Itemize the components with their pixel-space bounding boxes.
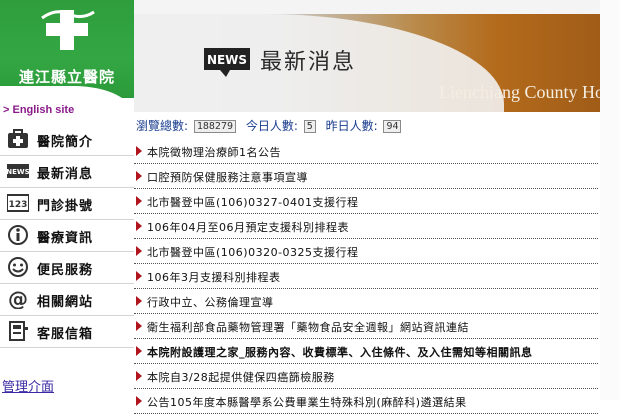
news-badge-icon: NEWS — [204, 48, 250, 77]
hospital-logo[interactable]: 連江縣立醫院 — [0, 0, 134, 98]
svg-text:NEWS: NEWS — [7, 168, 29, 176]
news-item-link[interactable]: 北市醫登中區(106)0320-0325支援行程 — [147, 244, 359, 260]
bullet-arrow-icon — [136, 196, 142, 206]
sidebar-item-registration[interactable]: 123 門診掛號 — [0, 188, 134, 220]
bullet-arrow-icon — [136, 246, 142, 256]
bullet-arrow-icon — [136, 146, 142, 156]
news-item-link[interactable]: 本院徵物理治療師1名公告 — [147, 144, 281, 160]
sidebar-item-label: 相關網站 — [37, 295, 94, 310]
bullet-arrow-icon — [136, 271, 142, 281]
visitor-counter: 瀏覽總數: 188279 今日人數: 5 昨日人數: 94 — [136, 117, 407, 134]
sidebar: 連江縣立醫院 > English site 醫院簡介 NEWS 最新消息 123… — [0, 0, 134, 400]
info-icon — [8, 225, 28, 245]
sidebar-item-news[interactable]: NEWS 最新消息 — [0, 156, 134, 188]
svg-text:@: @ — [8, 289, 28, 309]
banner-top-strip — [134, 0, 619, 14]
news-item-link[interactable]: 106年3月支援科別排程表 — [147, 269, 281, 285]
mailbox-icon — [9, 321, 28, 341]
bullet-arrow-icon — [136, 396, 142, 406]
smiley-icon — [8, 257, 28, 277]
sidebar-item-links[interactable]: @ 相關網站 — [0, 284, 134, 316]
news-item[interactable]: 公告105年度本縣醫學系公費畢業生特殊科別(麻醉科)遴選結果 — [134, 389, 598, 414]
yesterday-visits-label: 昨日人數: — [325, 119, 378, 133]
news-icon: NEWS — [7, 164, 29, 178]
news-item[interactable]: 106年04月至06月預定支援科別排程表 — [134, 214, 598, 239]
total-visits-value: 188279 — [193, 120, 236, 133]
news-item[interactable]: 北市醫登中區(106)0320-0325支援行程 — [134, 239, 598, 264]
bullet-arrow-icon — [136, 171, 142, 181]
number-123-icon: 123 — [7, 194, 29, 212]
sidebar-item-services[interactable]: 便民服務 — [0, 252, 134, 284]
scrollbar-track[interactable] — [600, 0, 619, 400]
admin-interface-link[interactable]: 管理介面 — [2, 376, 54, 395]
first-aid-kit-icon — [8, 129, 28, 148]
news-item-link[interactable]: 口腔預防保健服務注意事項宣導 — [147, 169, 308, 185]
yesterday-visits-value: 94 — [383, 120, 402, 133]
svg-text:123: 123 — [9, 200, 28, 210]
news-item[interactable]: 本院附設護理之家_服務內容、收費標準、入住條件、及入住需知等相關訊息 — [134, 339, 598, 364]
sidebar-item-label: 最新消息 — [37, 167, 94, 182]
today-visits-value: 5 — [303, 120, 316, 133]
news-item-link[interactable]: 衛生福利部食品藥物管理署「藥物食品安全週報」網站資訊連結 — [147, 319, 469, 335]
news-item[interactable]: 本院徵物理治療師1名公告 — [134, 139, 598, 164]
news-item-link[interactable]: 本院自3/28起提供健保四癌篩檢服務 — [147, 369, 335, 385]
news-item-link[interactable]: 行政中立、公務倫理宣導 — [147, 294, 274, 310]
news-item[interactable]: 本院自3/28起提供健保四癌篩檢服務 — [134, 364, 598, 389]
news-item-link[interactable]: 106年04月至06月預定支援科別排程表 — [147, 219, 349, 235]
bullet-arrow-icon — [136, 321, 142, 331]
sidebar-item-label: 醫療資訊 — [37, 231, 94, 246]
sidebar-item-medical-info[interactable]: 醫療資訊 — [0, 220, 134, 252]
at-sign-icon: @ — [8, 289, 28, 309]
news-item-link[interactable]: 本院附設護理之家_服務內容、收費標準、入住條件、及入住需知等相關訊息 — [147, 344, 533, 360]
news-item[interactable]: 口腔預防保健服務注意事項宣導 — [134, 164, 598, 189]
sidebar-item-label: 門診掛號 — [37, 199, 94, 214]
bullet-arrow-icon — [136, 296, 142, 306]
news-list: 本院徵物理治療師1名公告口腔預防保健服務注意事項宣導北市醫登中區(106)032… — [134, 139, 598, 414]
today-visits-label: 今日人數: — [245, 119, 298, 133]
news-item[interactable]: 北市醫登中區(106)0327-0401支援行程 — [134, 189, 598, 214]
english-site-link[interactable]: > English site — [3, 104, 74, 116]
total-visits-label: 瀏覽總數: — [136, 119, 189, 133]
page-banner: NEWS 最新消息 Lienchiang County Ho — [134, 0, 619, 112]
news-badge-text: NEWS — [207, 53, 247, 67]
bullet-arrow-icon — [136, 221, 142, 231]
sidebar-item-label: 便民服務 — [37, 263, 94, 278]
medical-cross-icon — [41, 10, 95, 50]
sidebar-item-about[interactable]: 醫院簡介 — [0, 124, 134, 156]
bullet-arrow-icon — [136, 371, 142, 381]
bullet-arrow-icon — [136, 346, 142, 356]
news-item[interactable]: 106年3月支援科別排程表 — [134, 264, 598, 289]
news-item-link[interactable]: 北市醫登中區(106)0327-0401支援行程 — [147, 194, 359, 210]
hospital-name: 連江縣立醫院 — [18, 68, 115, 86]
sidebar-item-label: 醫院簡介 — [37, 135, 94, 150]
page-title: 最新消息 — [260, 50, 357, 75]
news-item[interactable]: 衛生福利部食品藥物管理署「藥物食品安全週報」網站資訊連結 — [134, 314, 598, 339]
hospital-english-name: Lienchiang County Ho — [439, 82, 604, 102]
news-item[interactable]: 行政中立、公務倫理宣導 — [134, 289, 598, 314]
sidebar-item-mailbox[interactable]: 客服信箱 — [0, 316, 134, 348]
news-item-link[interactable]: 公告105年度本縣醫學系公費畢業生特殊科別(麻醉科)遴選結果 — [147, 394, 467, 410]
sidebar-item-label: 客服信箱 — [37, 327, 94, 342]
